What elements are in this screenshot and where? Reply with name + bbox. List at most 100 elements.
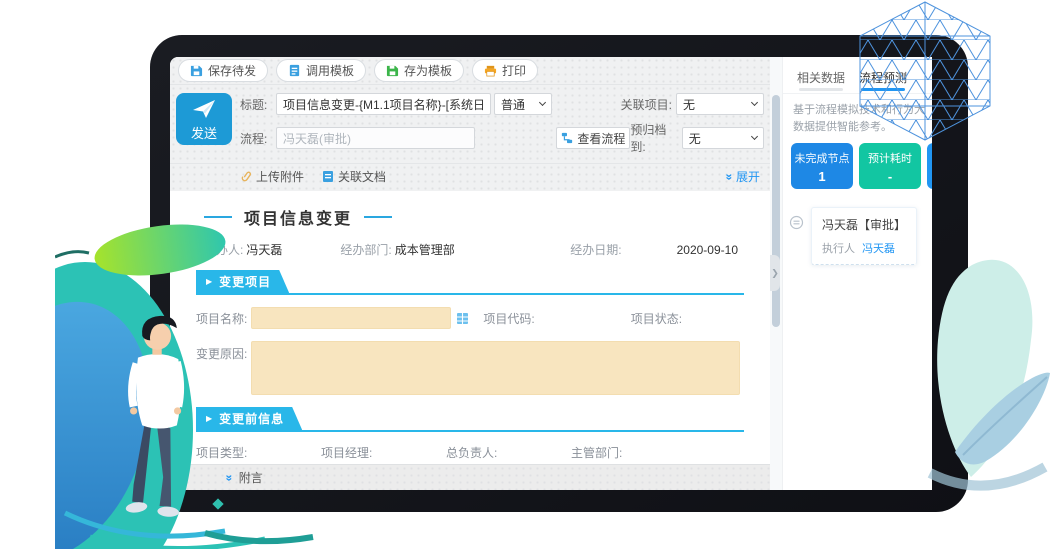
title-row: 标题: 普通 关联项目: 无: [240, 93, 764, 115]
tab-label: 相关数据: [797, 71, 845, 85]
pre-archive-select[interactable]: 无: [682, 127, 764, 149]
related-project-select[interactable]: 无: [676, 93, 764, 115]
prediction-cards: 未完成节点 1 预计耗时 -: [783, 143, 932, 189]
clock-icon: [789, 215, 804, 230]
send-button[interactable]: 发送: [176, 93, 232, 145]
priority-value: 普通: [501, 96, 525, 113]
card-value: 1: [791, 169, 853, 184]
timeline-node[interactable]: 冯天磊【审批】 执行人 冯天磊: [811, 207, 917, 265]
project-name-input[interactable]: [251, 307, 451, 329]
panel-collapse-handle[interactable]: ❯: [770, 255, 780, 291]
send-label: 发送: [191, 123, 217, 142]
date-label: 经办日期:: [570, 241, 621, 258]
section-arrow-icon: ▶: [206, 415, 213, 423]
link-document-button[interactable]: 关联文档: [322, 168, 386, 185]
section-change-project: ▶ 变更项目 项目名称: 项目代码: 项目状态: 变更原因:: [196, 270, 744, 395]
handler-label: 经办人:: [204, 241, 243, 258]
save-draft-label: 保存待发: [208, 62, 256, 79]
form-body: 项目信息变更 经办人: 冯天磊 经办部门: 成本管理部 经办日期: 2020-0…: [170, 191, 770, 464]
flowchart-icon: [561, 132, 573, 144]
attachments-row: 上传附件 关联文档 » 展开: [170, 164, 770, 191]
flow-row: 流程: 查看流程 预归档到: 无: [240, 121, 764, 155]
document-link-icon: [322, 170, 334, 183]
department-label: 经办部门:: [340, 241, 391, 258]
tab-label: 流程预测: [859, 71, 907, 85]
change-reason-textarea[interactable]: [251, 341, 740, 395]
chevron-down-icon: [751, 133, 758, 140]
form-title: 项目信息变更: [204, 205, 744, 229]
template-save-icon: [386, 64, 399, 77]
save-draft-button[interactable]: 保存待发: [178, 59, 268, 82]
load-template-button[interactable]: 调用模板: [276, 59, 366, 82]
department-value: 成本管理部: [395, 241, 455, 258]
print-label: 打印: [502, 62, 526, 79]
scrollbar-thumb[interactable]: [772, 95, 780, 327]
chevron-down-icon: [751, 99, 758, 106]
section-title: 变更项目: [219, 273, 271, 290]
project-name-row: 项目名称: 项目代码: 项目状态:: [196, 307, 744, 329]
tab-underline: [799, 88, 843, 91]
section-header: ▶ 变更项目: [196, 270, 744, 295]
card-unfinished-nodes[interactable]: 未完成节点 1: [791, 143, 853, 189]
postscript-bar[interactable]: » 附言: [170, 464, 770, 490]
executor-label: 执行人: [822, 243, 855, 255]
chevron-right-icon: ❯: [771, 268, 779, 279]
before-fields-row: 项目类型: 项目经理: 总负责人: 主管部门:: [196, 444, 744, 461]
pre-archive-label: 预归档到:: [630, 121, 677, 155]
card-title: 未完成节点: [791, 150, 853, 166]
section-tab[interactable]: ▶ 变更项目: [196, 270, 289, 293]
card-estimated-time[interactable]: 预计耗时 -: [859, 143, 921, 189]
sidebar-tabs: 相关数据 流程预测: [783, 57, 932, 94]
link-document-label: 关联文档: [338, 168, 386, 185]
change-reason-label: 变更原因:: [196, 345, 247, 362]
expand-toggle[interactable]: » 展开: [726, 168, 760, 185]
printer-icon: [484, 64, 497, 77]
paper-plane-icon: [191, 97, 217, 121]
page-title: 项目信息变更: [244, 205, 352, 229]
project-status-label: 项目状态:: [631, 310, 682, 327]
timeline-node-title: 冯天磊【审批】: [822, 216, 906, 233]
project-code-label: 项目代码:: [483, 310, 534, 327]
section-header: ▶ 变更前信息: [196, 407, 744, 432]
section-title: 变更前信息: [219, 410, 284, 427]
project-manager-label: 项目经理:: [321, 444, 372, 461]
app-panel: 保存待发 调用模板 存为模板 打印 发送: [170, 57, 932, 490]
title-dash-right: [364, 216, 392, 218]
section-before-info: ▶ 变更前信息 项目类型: 项目经理: 总负责人: 主管部门: 团队成员:: [196, 407, 744, 464]
project-type-label: 项目类型:: [196, 444, 247, 461]
card-clipped[interactable]: [927, 143, 932, 189]
main-column: 保存待发 调用模板 存为模板 打印 发送: [170, 57, 770, 490]
scene: 保存待发 调用模板 存为模板 打印 发送: [0, 0, 1050, 549]
date-value: 2020-09-10: [677, 243, 738, 257]
view-flow-button[interactable]: 查看流程: [556, 127, 630, 149]
pre-archive-value: 无: [689, 130, 701, 147]
postscript-label: 附言: [239, 469, 263, 486]
handler-value: 冯天磊: [246, 241, 282, 258]
upload-attachment-button[interactable]: 上传附件: [240, 168, 304, 185]
save-template-button[interactable]: 存为模板: [374, 59, 464, 82]
related-project-label: 关联项目:: [621, 96, 672, 113]
double-chevron-down-icon: »: [223, 474, 235, 481]
executor-link[interactable]: 冯天磊: [862, 243, 895, 255]
chevron-down-icon: [539, 99, 546, 106]
tab-related-data[interactable]: 相关数据: [797, 69, 845, 93]
charge-department-label: 主管部门:: [571, 444, 622, 461]
vertical-scrollbar[interactable]: ❯: [770, 57, 782, 490]
card-title: 预计耗时: [859, 150, 921, 166]
paperclip-icon: [240, 170, 252, 183]
upload-attachment-label: 上传附件: [256, 168, 304, 185]
priority-select[interactable]: 普通: [494, 93, 552, 115]
print-button[interactable]: 打印: [472, 59, 538, 82]
flow-input[interactable]: [276, 127, 475, 149]
grid-picker-icon[interactable]: [456, 312, 469, 325]
title-input[interactable]: [276, 93, 491, 115]
double-chevron-down-icon: »: [724, 173, 736, 180]
flow-label: 流程:: [240, 130, 276, 147]
tab-flow-prediction[interactable]: 流程预测: [859, 69, 907, 93]
title-label: 标题:: [240, 96, 276, 113]
load-template-label: 调用模板: [306, 62, 354, 79]
section-tab[interactable]: ▶ 变更前信息: [196, 407, 302, 430]
toolbar: 保存待发 调用模板 存为模板 打印: [170, 57, 770, 85]
prediction-description: 基于流程模拟技术和行为大数据提供智能参考。: [783, 94, 932, 143]
template-load-icon: [288, 64, 301, 77]
